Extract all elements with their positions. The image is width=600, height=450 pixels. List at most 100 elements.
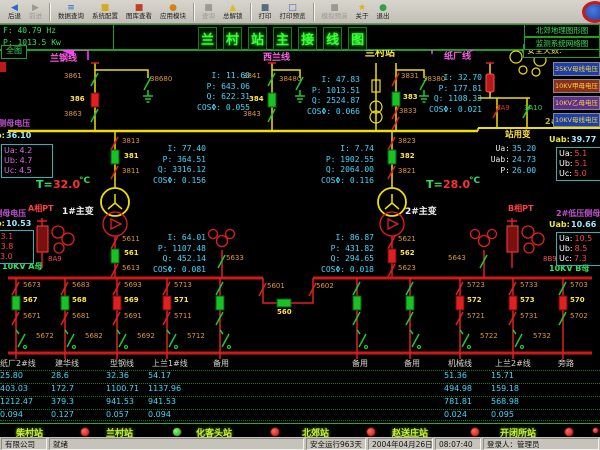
toolbar-separator: [313, 3, 315, 21]
feeder-value: 1137.96: [148, 385, 181, 393]
feeder-langang-label: 兰钢线: [50, 55, 77, 64]
breaker-571-label: 571: [174, 297, 189, 304]
temp-2-prefix: T=: [426, 179, 443, 190]
feeder-value: 568.98: [491, 398, 519, 406]
station-name-label: 兰村站: [365, 49, 395, 59]
side-nav-button-2[interactable]: 10KV甲母电压: [553, 79, 600, 93]
switch-5613-label: 5613: [122, 265, 140, 272]
pt-b-label: B相PT: [508, 205, 533, 213]
station-led-red: [564, 427, 574, 437]
switch-5711-label: 5711: [174, 313, 192, 320]
toolbar-button-label: 总解锁: [223, 13, 243, 20]
bus-b-label: 10KV B母: [549, 265, 589, 273]
toolbar-separator: [49, 3, 51, 21]
switch-3811-label: 3811: [122, 168, 140, 175]
toolbar-button-label: 打印: [259, 13, 272, 20]
toolbar-button-9[interactable]: ■打印: [255, 0, 276, 23]
side-nav-button-3[interactable]: 10KV乙母电压: [553, 96, 600, 110]
breaker-573-label: 573: [520, 297, 535, 304]
nav-link-1[interactable]: 北郊地理图形图: [524, 24, 600, 37]
statusbar-date: 2004年04月26日: [368, 438, 433, 450]
scada-window: ◀后退▶前进≡数据查询■系统配置■图库查看●应用模块■查询▲总解锁■打印□打印预…: [0, 0, 600, 450]
toolbar-button-label: 后退: [8, 13, 21, 20]
toolbar-button-4[interactable]: ■系统配置: [88, 0, 122, 23]
pt-a-label: A相PT: [28, 205, 54, 213]
toolbar-button-label: 系统配置: [92, 13, 118, 20]
bus-voltage-1-high-uab-label: Uab:: [0, 132, 5, 140]
toolbar-button-10[interactable]: □打印预览: [276, 0, 310, 23]
feeder-value: 1100.71: [106, 385, 139, 393]
station-transformer-label: 站用变: [505, 131, 531, 140]
toolbar-button-6[interactable]: ●应用模块: [156, 0, 190, 23]
toolbar-button-2: ▶前进: [25, 0, 46, 23]
toolbar-button-12[interactable]: ★关于: [352, 0, 373, 23]
corner-indicator: [592, 427, 599, 434]
bus-voltage-1-high-title: 1#高压侧母电压: [0, 120, 30, 128]
switch-5713-label: 5713: [174, 282, 192, 289]
toolbar-button-1[interactable]: ◀后退: [4, 0, 25, 23]
side-nav-button-4[interactable]: 10KV母线电压: [553, 113, 600, 127]
bus-voltage-2-low-title: 2#低压侧母电压: [556, 210, 600, 218]
toolbar-button-label: 模拟预演: [322, 13, 348, 20]
bus-a-label: 10KV A母: [2, 263, 43, 271]
feeder-name-7: 备用: [404, 360, 420, 368]
feeder-value: 941.53: [148, 398, 176, 406]
statusbar-company: 有限公司: [1, 438, 47, 450]
feeder-value: 0.024: [444, 411, 467, 419]
feeder-value: 379.3: [51, 398, 74, 406]
switch-5623-label: 5623: [398, 265, 416, 272]
feeder-value: 403.03: [0, 385, 28, 393]
feeder-value: 0.095: [491, 411, 514, 419]
toolbar-button-13[interactable]: ●退出: [373, 0, 394, 23]
bus-voltage-1-low-uab-value: 10.53: [6, 220, 31, 228]
feeder-name-2: 建华线: [55, 360, 79, 368]
nav-link-2[interactable]: 监测系统网络图: [524, 37, 600, 50]
breaker-562-label: 562: [400, 250, 415, 257]
feeder-value: 54.17: [148, 372, 171, 380]
feeder-value: 494.98: [444, 385, 472, 393]
full-map-button[interactable]: 全图: [1, 45, 27, 59]
switch-5683-label: 5683: [72, 282, 90, 289]
switch-8a9-label: 8A9: [48, 256, 62, 263]
toolbar-button-8[interactable]: ▲总解锁: [219, 0, 247, 23]
temp-2-unit: °C: [469, 177, 480, 186]
station-led-red: [80, 427, 90, 437]
toolbar-button-label: 关于: [356, 13, 369, 20]
feeder-value: 0.094: [148, 411, 171, 419]
feeder-xilan-label: 西兰线: [263, 54, 290, 63]
transformer-1-high-measurements: I: 77.40P: 364.51Q: 3316.12COSΦ: 0.156: [140, 144, 206, 186]
switch-5692-label: 5692: [137, 333, 155, 340]
header-band: F: 40.79 Hz P: 1013.5 Kw 兰村站主接线图: [0, 24, 600, 50]
toolbar-button-label: 前进: [29, 13, 42, 20]
switch-5672-label: 5672: [36, 333, 54, 340]
temp-1-prefix: T=: [36, 179, 53, 190]
breaker-568-label: 568: [72, 297, 87, 304]
title-char: 线: [323, 27, 342, 50]
statusbar-login: 登录人：管理员: [483, 438, 599, 450]
xilan-measurements: I: 47.83P: 1013.51Q: 2524.87COSΦ: 0.066: [288, 75, 360, 117]
switch-5693-label: 5693: [124, 282, 142, 289]
side-nav-button-1[interactable]: 35KV母线电压: [553, 62, 600, 76]
switch-5691-label: 5691: [124, 313, 142, 320]
title-char: 村: [223, 27, 242, 50]
statusbar-time: 08:07:40: [435, 438, 481, 450]
switch-38680-label: 38680: [150, 76, 172, 83]
feeder-name-6: 备用: [352, 360, 368, 368]
bus-voltage-2-high-uab-label: Uab:: [549, 136, 570, 144]
feeder-value: 25.80: [0, 372, 23, 380]
toolbar-button-3[interactable]: ≡数据查询: [54, 0, 88, 23]
feeder-value: 1212.47: [0, 398, 33, 406]
switch-5721-label: 5721: [467, 313, 485, 320]
switch-8b9-label: 8B9: [543, 256, 557, 263]
transformer-2-low-measurements: I: 86.87P: 431.82Q: 294.65COSΦ: 0.018: [306, 233, 374, 275]
feeder-value: 781.81: [444, 398, 472, 406]
toolbar-button-5[interactable]: ■图库查看: [122, 0, 156, 23]
breaker-572-label: 572: [467, 297, 482, 304]
switch-3a10-label: 3A10: [524, 105, 542, 112]
station-led-red: [366, 427, 376, 437]
station-led-red: [470, 427, 480, 437]
bus-voltage-2-low-uab-label: Uab:: [549, 221, 570, 229]
feeder-name-4: 上兰1#线: [152, 360, 188, 368]
toolbar-button-11: ■模拟预演: [318, 0, 352, 23]
switch-3863-label: 3863: [64, 111, 82, 118]
